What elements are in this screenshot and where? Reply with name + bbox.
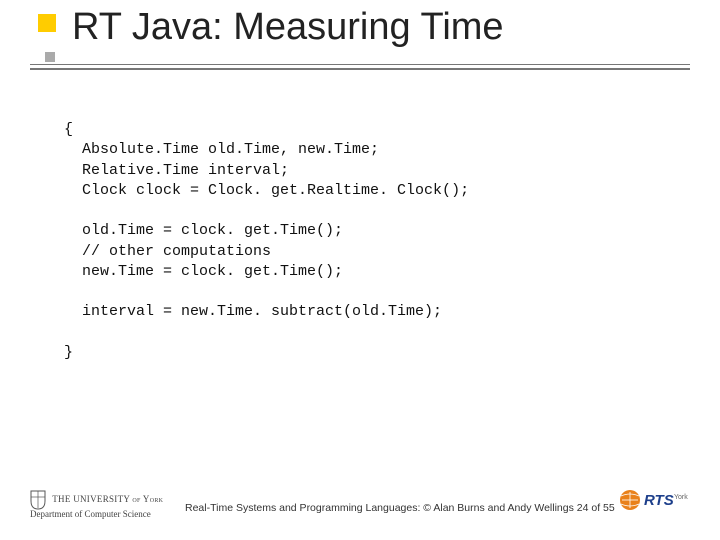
code-block: { Absolute.Time old.Time, new.Time; Rela…	[64, 120, 469, 363]
code-line: interval = new.Time. subtract(old.Time);	[64, 303, 442, 320]
slide-title: RT Java: Measuring Time	[72, 6, 504, 49]
rts-logo-icon: RTS York	[618, 485, 690, 515]
shield-icon	[30, 490, 46, 510]
footer-text: Real-Time Systems and Programming Langua…	[185, 502, 615, 514]
university-logo: THE UNIVERSITY of York Department of Com…	[30, 490, 163, 520]
code-line: {	[64, 121, 73, 138]
code-line: Relative.Time interval;	[64, 162, 289, 179]
code-line: Absolute.Time old.Time, new.Time;	[64, 141, 379, 158]
footer: THE UNIVERSITY of York Department of Com…	[20, 486, 700, 526]
department-name: Department of Computer Science	[30, 509, 151, 519]
code-line: // other computations	[64, 243, 271, 260]
svg-text:York: York	[674, 494, 688, 501]
code-line: old.Time = clock. get.Time();	[64, 222, 343, 239]
code-line: }	[64, 344, 73, 361]
university-name: THE UNIVERSITY of York	[52, 494, 163, 504]
title-underline-thin	[30, 64, 690, 65]
code-line: Clock clock = Clock. get.Realtime. Clock…	[64, 182, 469, 199]
code-line: new.Time = clock. get.Time();	[64, 263, 343, 280]
svg-text:RTS: RTS	[644, 492, 674, 509]
rts-logo: RTS York	[618, 485, 690, 520]
title-accent-square	[38, 14, 56, 32]
title-small-square	[45, 52, 55, 62]
title-underline-thick	[30, 68, 690, 70]
